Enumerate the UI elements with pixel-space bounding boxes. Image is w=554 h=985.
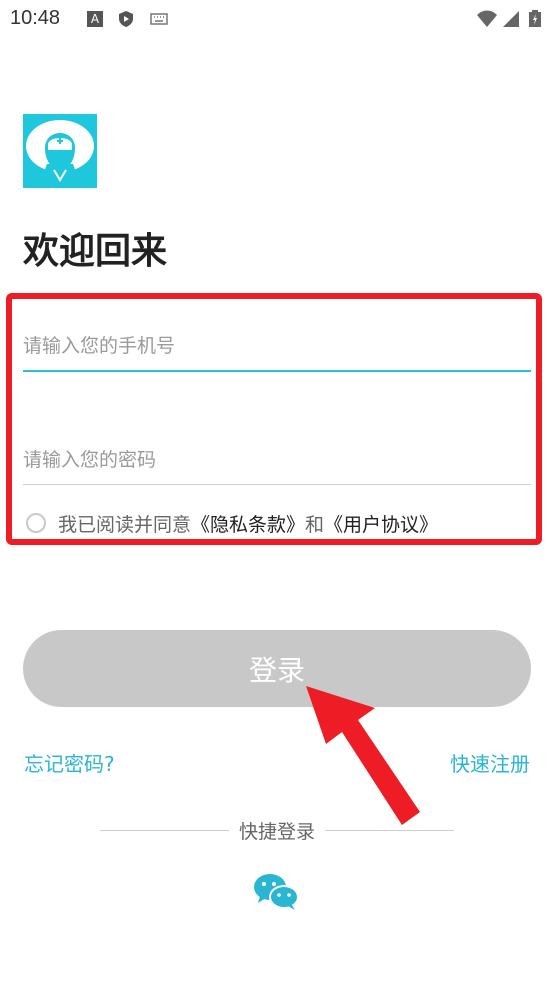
privacy-link[interactable]: 《隐私条款》 <box>191 510 305 537</box>
password-input[interactable] <box>23 436 531 484</box>
battery-icon <box>529 10 541 27</box>
agreement-row: 我已阅读并同意 《隐私条款》 和 《用户协议》 <box>26 508 438 538</box>
user-agreement-link[interactable]: 《用户协议》 <box>324 510 438 537</box>
status-bar: 10:48 A <box>0 0 554 38</box>
agree-text: 我已阅读并同意 <box>58 513 192 536</box>
signal-icon <box>503 11 519 27</box>
and-text: 和 <box>305 513 325 536</box>
phone-input[interactable] <box>23 322 531 370</box>
wechat-icon[interactable] <box>252 872 300 912</box>
quick-register-link[interactable]: 快速注册 <box>450 748 530 777</box>
login-button[interactable]: 登录 <box>23 630 531 707</box>
app-logo-icon <box>26 120 94 188</box>
page-title: 欢迎回来 <box>23 231 168 272</box>
password-field <box>23 436 531 485</box>
status-time: 10:48 <box>10 7 61 29</box>
divider-line-left <box>100 829 229 831</box>
phone-field <box>23 322 531 372</box>
a-notification-icon: A <box>87 11 103 27</box>
login-button-label: 登录 <box>248 653 305 687</box>
shield-icon <box>119 11 133 27</box>
app-logo <box>23 114 97 188</box>
forgot-password-link[interactable]: 忘记密码? <box>24 748 115 777</box>
wifi-icon <box>477 10 497 27</box>
svg-text:A: A <box>91 12 100 26</box>
pointer-arrow-icon <box>306 686 420 825</box>
keyboard-icon <box>150 13 168 25</box>
agree-radio[interactable] <box>26 513 46 533</box>
